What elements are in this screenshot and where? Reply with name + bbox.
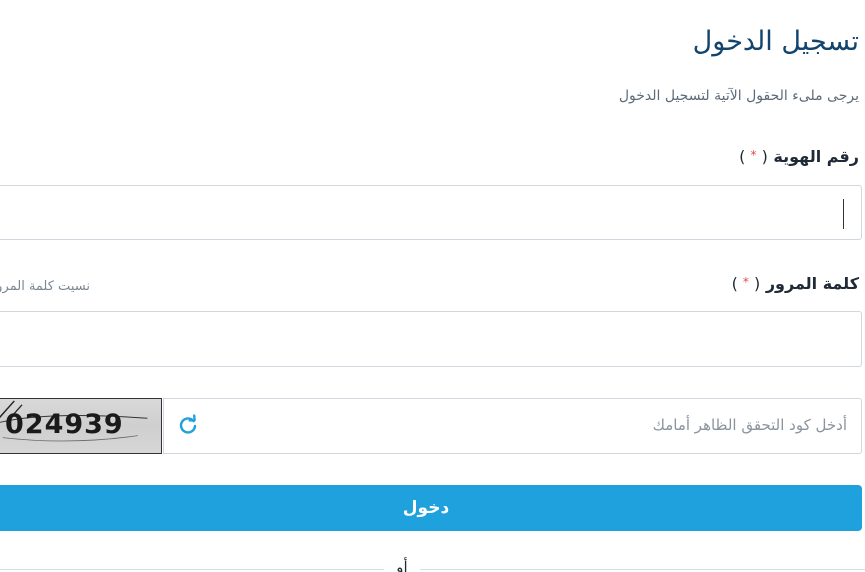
- login-page: تسجيل الدخول يرجى ملىء الحقول الآتية لتس…: [0, 0, 865, 572]
- required-open: (: [748, 274, 761, 293]
- required-indicator: ( * ): [732, 274, 761, 293]
- page-title: تسجيل الدخول: [692, 26, 859, 57]
- required-close: ): [731, 274, 743, 293]
- captcha-image: 024939: [0, 398, 162, 454]
- id-number-input[interactable]: [0, 185, 862, 240]
- password-label-text: كلمة المرور: [765, 274, 859, 293]
- page-subtitle: يرجى ملىء الحقول الآتية لتسجيل الدخول: [618, 88, 859, 104]
- required-open: (: [756, 147, 768, 166]
- login-button[interactable]: دخول: [0, 485, 862, 531]
- or-label: أو: [384, 558, 420, 572]
- captcha-code: 024939: [5, 409, 124, 440]
- captcha-placeholder: أدخل كود التحقق الظاهر أمامك: [652, 416, 847, 434]
- text-caret: [843, 199, 844, 229]
- id-number-label: رقم الهوية ( * ): [739, 147, 859, 166]
- id-number-label-text: رقم الهوية: [773, 147, 859, 166]
- required-close: ): [739, 147, 751, 166]
- refresh-icon[interactable]: [176, 414, 200, 438]
- or-divider: [0, 569, 865, 570]
- forgot-password-link[interactable]: نسيت كلمة المرور: [0, 279, 90, 294]
- required-indicator: ( * ): [739, 147, 768, 166]
- password-input[interactable]: [0, 311, 862, 367]
- password-label: كلمة المرور ( * ): [732, 274, 859, 293]
- captcha-input[interactable]: أدخل كود التحقق الظاهر أمامك: [163, 398, 862, 454]
